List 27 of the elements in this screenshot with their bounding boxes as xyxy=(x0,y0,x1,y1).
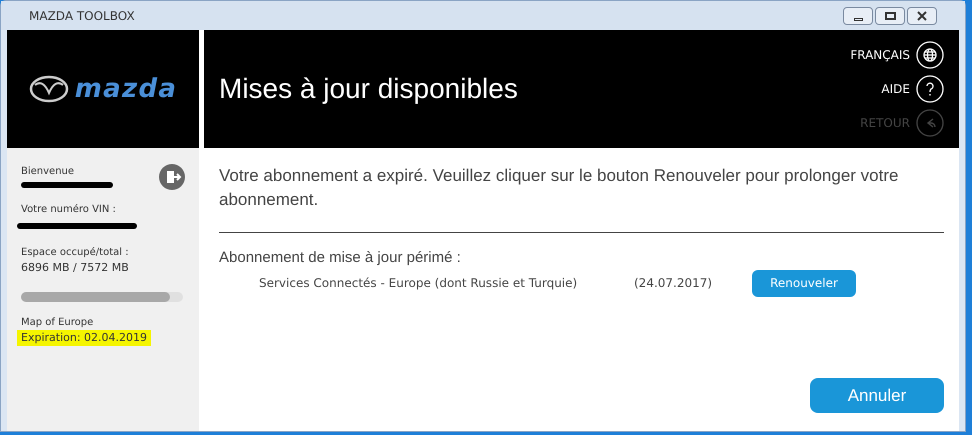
page-title: Mises à jour disponibles xyxy=(219,72,519,106)
minimize-button[interactable] xyxy=(843,6,873,24)
storage-value: 6896 MB / 7572 MB xyxy=(21,260,130,276)
subscription-message: Votre abonnement a expiré. Veuillez cliquer sur le bouton Renouveler pour prolonger votre abonnement. xyxy=(219,165,900,211)
close-button[interactable] xyxy=(907,6,937,24)
cancel-button[interactable]: Annuler xyxy=(810,378,944,413)
window-title: MAZDA TOOLBOX xyxy=(29,8,136,24)
storage-label: Espace occupé/total : xyxy=(21,246,130,260)
vin-label: Votre numéro VIN : xyxy=(21,203,117,217)
question-mark-icon[interactable] xyxy=(916,75,944,103)
close-icon xyxy=(917,10,927,20)
service-name: Services Connectés - Europe (dont Russie et Turquie) xyxy=(258,275,578,292)
welcome-label: Bienvenue xyxy=(21,165,76,179)
expiration-date: Expiration: 02.04.2019 xyxy=(17,330,151,346)
header-action-label[interactable]: AIDE xyxy=(881,80,910,98)
logout-icon[interactable] xyxy=(159,164,185,190)
service-date: (24.07.2017) xyxy=(634,275,714,292)
renew-button[interactable]: Renouveler xyxy=(752,270,856,296)
maximize-button[interactable] xyxy=(875,6,905,24)
maximize-icon xyxy=(884,12,896,20)
minimize-icon xyxy=(854,18,862,20)
map-name: Map of Europe xyxy=(21,316,94,330)
logo-emblem-icon xyxy=(28,75,69,103)
logo-wordmark: mazda xyxy=(74,76,178,102)
header-action-label[interactable]: FRANÇAIS xyxy=(850,46,910,64)
expired-heading: Abonnement de mise à jour périmé : xyxy=(219,248,462,268)
globe-icon[interactable] xyxy=(916,41,944,69)
